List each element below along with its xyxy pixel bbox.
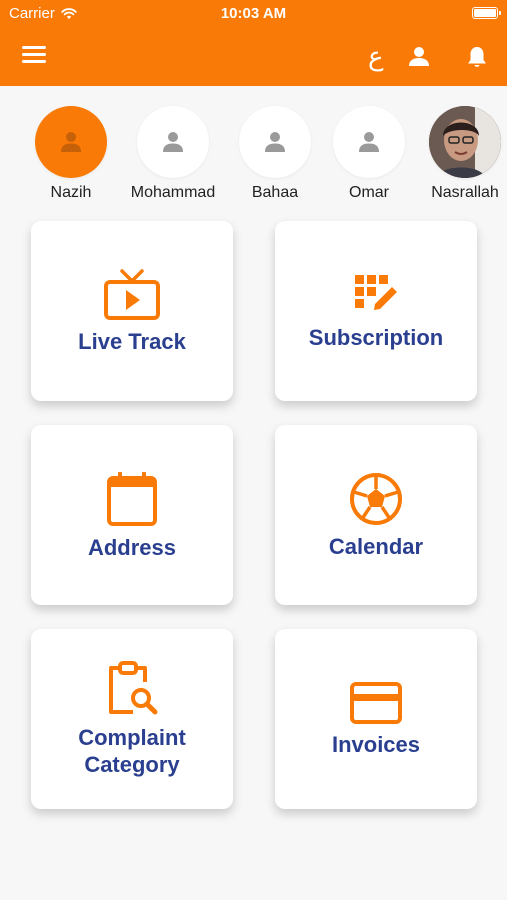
grid-edit-icon [355, 274, 397, 310]
profile-button[interactable] [406, 44, 432, 70]
clipboard-search-icon [109, 661, 158, 715]
user-item-nasrallah[interactable]: Nasrallah [410, 106, 507, 202]
status-bar: Carrier 10:03 AM [0, 0, 507, 28]
person-icon [163, 132, 183, 152]
user-item-nazih[interactable]: Nazih [16, 106, 126, 202]
user-item-omar[interactable]: Omar [314, 106, 424, 202]
calendar-icon [107, 471, 157, 526]
tile-calendar[interactable]: Calendar [275, 425, 477, 605]
tile-label: Live Track [78, 328, 186, 354]
tile-label: Invoices [331, 731, 421, 757]
football-icon [350, 472, 402, 525]
menu-icon-line [22, 60, 46, 63]
user-name: Omar [349, 184, 389, 201]
language-toggle-button[interactable]: ع [368, 42, 384, 72]
app-header: Carrier 10:03 AM ع [0, 0, 507, 86]
tile-label: Subscription [308, 324, 444, 350]
avatar [239, 106, 311, 178]
user-name: Nasrallah [431, 184, 499, 201]
user-item-mohammad[interactable]: Mohammad [118, 106, 228, 202]
credit-card-icon [350, 681, 402, 724]
status-time: 10:03 AM [220, 5, 287, 22]
avatar [137, 106, 209, 178]
menu-icon-line [22, 53, 46, 56]
tile-complaint-category[interactable]: Complaint Category [31, 629, 233, 809]
avatar [35, 106, 107, 178]
tile-label: Calendar [328, 533, 424, 559]
avatar [333, 106, 405, 178]
bell-icon [468, 47, 486, 67]
notifications-button[interactable] [464, 44, 490, 70]
battery-icon [472, 7, 501, 19]
user-name: Mohammad [130, 184, 216, 201]
avatar-photo [429, 106, 501, 178]
person-icon [409, 47, 429, 66]
menu-button[interactable] [22, 44, 48, 66]
tile-label: Address [87, 534, 177, 560]
menu-icon [22, 46, 46, 49]
user-name: Nazih [50, 184, 92, 201]
tile-invoices[interactable]: Invoices [275, 629, 477, 809]
tile-live-track[interactable]: Live Track [31, 221, 233, 401]
person-icon [61, 132, 81, 152]
tile-subscription[interactable]: Subscription [275, 221, 477, 401]
tile-address[interactable]: Address [31, 425, 233, 605]
person-icon [265, 132, 285, 152]
tile-label: Complaint Category [78, 725, 186, 777]
photo-avatar-icon [429, 106, 501, 178]
person-icon [359, 132, 379, 152]
user-selector: Nazih Mohammad Bahaa Omar Nasrallah [0, 100, 507, 205]
tv-play-icon [104, 268, 160, 320]
